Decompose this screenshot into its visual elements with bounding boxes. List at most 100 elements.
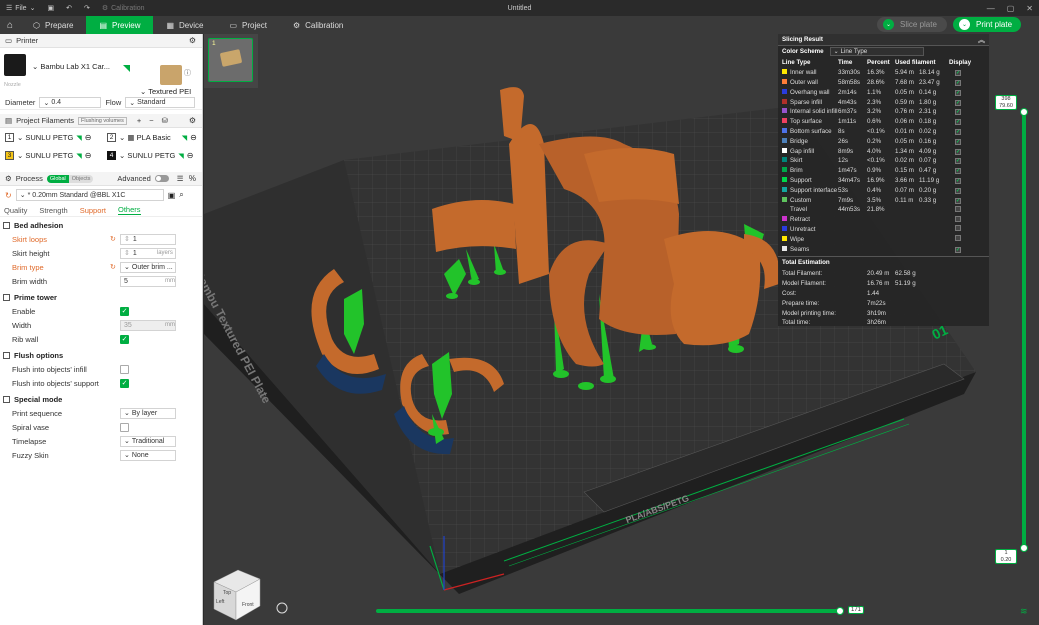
- prime-width-input[interactable]: 35 mm: [120, 319, 176, 331]
- tab-prepare[interactable]: ⬡ Prepare: [20, 16, 86, 34]
- filament-item-4[interactable]: 4 ⌄ SUNLU PETG ◥ ⊖: [107, 151, 193, 160]
- save-button[interactable]: ▣: [41, 4, 60, 12]
- flush-support-checkbox[interactable]: ✓: [120, 378, 129, 388]
- bed-adhesion-title: Bed adhesion: [14, 221, 64, 230]
- prime-enable-checkbox[interactable]: ✓: [120, 306, 129, 316]
- print-sequence-dropdown[interactable]: ⌄ By layer: [120, 407, 176, 419]
- move-slider-track[interactable]: [376, 609, 842, 613]
- add-filament-icon[interactable]: +: [137, 116, 141, 125]
- display-checkbox[interactable]: [955, 235, 961, 242]
- remove-filament-circle-icon[interactable]: ⊖: [190, 133, 197, 142]
- display-checkbox[interactable]: ✓: [955, 158, 961, 165]
- toggle-global[interactable]: Global: [46, 174, 69, 183]
- fuzzy-skin-dropdown[interactable]: ⌄ None: [120, 449, 176, 461]
- save-profile-icon[interactable]: ▣: [168, 191, 176, 200]
- display-checkbox[interactable]: ✓: [955, 187, 961, 194]
- spiral-vase-checkbox[interactable]: [120, 422, 129, 432]
- tab-preview[interactable]: ▤ Preview: [86, 16, 154, 34]
- display-checkbox[interactable]: ✓: [955, 109, 961, 116]
- display-checkbox[interactable]: ✓: [955, 70, 961, 77]
- display-checkbox[interactable]: ✓: [955, 138, 961, 145]
- filament-settings-gear-icon[interactable]: ⚙: [189, 116, 196, 125]
- percent-icon[interactable]: %: [189, 174, 196, 183]
- home-button[interactable]: ⌂: [0, 16, 20, 34]
- slice-dropdown-icon[interactable]: ⌄: [883, 19, 894, 30]
- close-icon[interactable]: ✕: [1026, 4, 1033, 13]
- maximize-icon[interactable]: ▢: [1007, 4, 1015, 13]
- display-checkbox[interactable]: [955, 215, 961, 222]
- plate-info-icon[interactable]: ⓘ: [184, 68, 191, 78]
- plate-thumbnail-1[interactable]: 1: [208, 38, 253, 82]
- display-checkbox[interactable]: ✓: [955, 128, 961, 135]
- layers-icon[interactable]: ≋: [1020, 606, 1028, 617]
- display-checkbox[interactable]: ✓: [955, 89, 961, 96]
- tab-project[interactable]: ▭ Project: [216, 16, 279, 34]
- undo-button[interactable]: ↶: [60, 4, 78, 12]
- print-plate-button[interactable]: ⌄ Print plate: [953, 17, 1021, 32]
- search-icon[interactable]: ⌕: [179, 190, 183, 200]
- collapse-icon[interactable]: ︽: [978, 35, 985, 45]
- zoom-fit-icon[interactable]: [276, 602, 288, 614]
- advanced-toggle[interactable]: [154, 175, 169, 182]
- reset-brim-type-icon[interactable]: ↻: [110, 263, 120, 271]
- calibration-quick-button[interactable]: ⚙ Calibration: [96, 4, 151, 13]
- display-checkbox[interactable]: ✓: [955, 246, 961, 253]
- tab-strength[interactable]: Strength: [39, 206, 67, 215]
- slice-plate-button[interactable]: ⌄ Slice plate: [877, 17, 947, 32]
- layer-bottom-knob[interactable]: [1020, 544, 1028, 552]
- printer-thumbnail[interactable]: [4, 54, 26, 76]
- display-checkbox[interactable]: ✓: [955, 79, 961, 86]
- sync-filament-icon[interactable]: ⛁: [162, 116, 168, 125]
- layer-bottom-tag[interactable]: 1 0.20: [995, 549, 1017, 564]
- redo-button[interactable]: ↷: [78, 4, 96, 12]
- tab-support[interactable]: Support: [80, 206, 106, 215]
- reset-skirt-loops-icon[interactable]: ↻: [110, 235, 120, 243]
- remove-filament-icon[interactable]: −: [149, 116, 153, 125]
- filament-item-3[interactable]: 3 ⌄ SUNLU PETG ◥ ⊖: [5, 151, 91, 160]
- display-checkbox[interactable]: ✓: [955, 168, 961, 175]
- flushing-volumes-button[interactable]: Flushing volumes: [78, 116, 127, 125]
- move-slider-knob[interactable]: [836, 607, 844, 615]
- view-cube[interactable]: [213, 569, 261, 621]
- app-menu-button[interactable]: ☰ File ⌄: [0, 4, 41, 13]
- display-checkbox[interactable]: ✓: [955, 177, 961, 184]
- display-checkbox[interactable]: [955, 205, 961, 212]
- remove-filament-circle-icon[interactable]: ⊖: [187, 151, 194, 160]
- printer-settings-gear-icon[interactable]: ⚙: [189, 36, 196, 45]
- process-profile-dropdown[interactable]: ⌄ * 0.20mm Standard @BBL X1C: [15, 189, 164, 201]
- toggle-objects[interactable]: Objects: [68, 174, 94, 183]
- flow-dropdown[interactable]: ⌄ Standard: [125, 97, 196, 108]
- display-checkbox[interactable]: ✓: [955, 119, 961, 126]
- flush-infill-checkbox[interactable]: [120, 364, 129, 374]
- rib-wall-checkbox[interactable]: ✓: [120, 334, 129, 344]
- layer-slider-track[interactable]: [1022, 112, 1026, 552]
- display-checkbox[interactable]: ✓: [955, 148, 961, 155]
- tab-device[interactable]: ▦ Device: [153, 16, 216, 34]
- color-scheme-dropdown[interactable]: ⌄ Line Type: [829, 47, 924, 56]
- diameter-dropdown[interactable]: ⌄ 0.4: [39, 97, 102, 108]
- plate-thumbnail[interactable]: [160, 65, 182, 85]
- global-objects-toggle[interactable]: Global Objects: [46, 174, 94, 183]
- tab-calibration[interactable]: ⚙ Calibration: [280, 16, 356, 34]
- tab-others[interactable]: Others: [117, 205, 141, 215]
- list-view-icon[interactable]: ☰: [177, 174, 184, 183]
- remove-filament-circle-icon[interactable]: ⊖: [85, 133, 92, 142]
- display-checkbox[interactable]: [955, 225, 961, 232]
- layer-top-tag[interactable]: 398 79.60: [995, 95, 1017, 110]
- print-dropdown-icon[interactable]: ⌄: [959, 19, 970, 30]
- tab-quality[interactable]: Quality: [4, 206, 27, 215]
- brim-width-input[interactable]: 5 mm: [120, 275, 176, 287]
- minimize-icon[interactable]: —: [987, 4, 995, 13]
- timelapse-dropdown[interactable]: ⌄ Traditional: [120, 435, 176, 447]
- remove-filament-circle-icon[interactable]: ⊖: [85, 151, 92, 160]
- display-checkbox[interactable]: ✓: [955, 99, 961, 106]
- filament-item-1[interactable]: 1 ⌄ SUNLU PETG ◥ ⊖: [5, 133, 91, 142]
- brim-type-dropdown[interactable]: ⌄ Outer brim ...: [120, 261, 176, 273]
- skirt-loops-input[interactable]: ⇕ 1: [120, 233, 176, 245]
- display-checkbox[interactable]: ✓: [955, 197, 961, 204]
- skirt-height-input[interactable]: ⇕ 1 layers: [120, 247, 176, 259]
- filament-item-2[interactable]: 2 ⌄ ▦ PLA Basic ◥ ⊖: [107, 133, 197, 142]
- reset-profile-icon[interactable]: ↻: [5, 191, 12, 200]
- layer-top-knob[interactable]: [1020, 108, 1028, 116]
- printer-name-dropdown[interactable]: ⌄ Bambu Lab X1 Car...: [32, 62, 110, 71]
